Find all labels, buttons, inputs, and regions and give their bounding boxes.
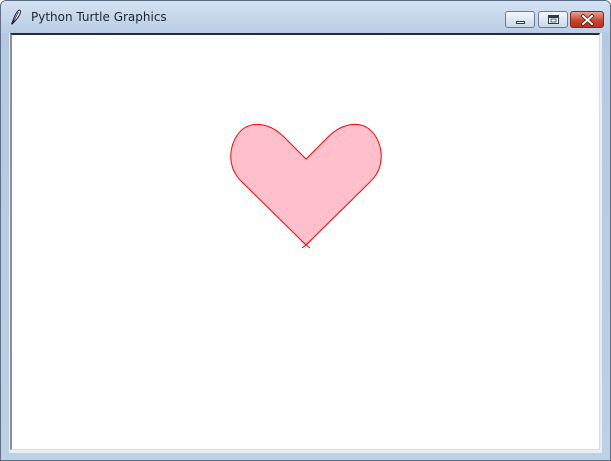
- feather-icon: [9, 9, 23, 25]
- minimize-button[interactable]: [505, 11, 535, 28]
- heart-shape: [230, 123, 382, 246]
- minimize-icon: [516, 21, 525, 24]
- close-icon: [580, 13, 595, 27]
- close-button[interactable]: [570, 11, 604, 28]
- title-bar[interactable]: Python Turtle Graphics: [1, 1, 610, 33]
- turtle-canvas[interactable]: [10, 33, 600, 450]
- turtle-drawing: [230, 123, 382, 249]
- maximize-button[interactable]: [538, 11, 568, 28]
- window-title: Python Turtle Graphics: [31, 10, 167, 24]
- maximize-icon: [548, 15, 559, 24]
